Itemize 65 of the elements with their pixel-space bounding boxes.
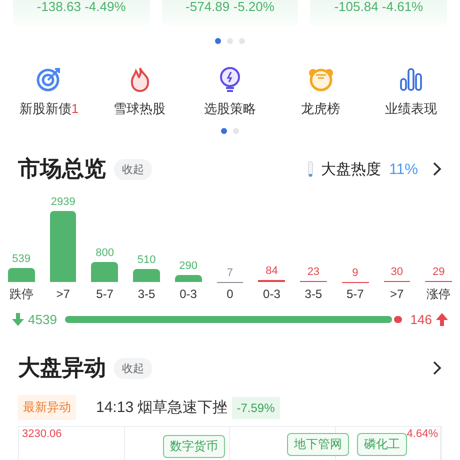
chevron-right-icon — [432, 162, 442, 176]
heat-value: 11% — [389, 160, 418, 178]
shortcut-label[interactable]: 雪球热股 — [114, 100, 166, 118]
collapse-button[interactable]: 收起 — [114, 358, 152, 378]
thermometer-icon — [308, 161, 314, 177]
bar-chart-icon — [398, 66, 424, 92]
chart-percent-label: 4.64% — [406, 428, 438, 440]
section-title: 市场总览 — [18, 155, 106, 183]
axis-label: 0-3 — [178, 287, 198, 302]
axis-label: 5-7 — [95, 287, 114, 302]
shortcut-label[interactable]: 业绩表现 — [385, 100, 437, 118]
bar — [133, 269, 160, 282]
bar — [174, 274, 202, 282]
bar — [50, 211, 76, 282]
bar — [258, 280, 286, 282]
up-count: 146 — [410, 312, 432, 327]
axis-label: 0-3 — [262, 287, 282, 302]
pager-dot[interactable] — [227, 38, 233, 44]
sector-tag[interactable]: 数字货币 — [163, 435, 225, 458]
bar-value: 290 — [178, 260, 198, 272]
shortcut-label[interactable]: 选股策略 — [204, 100, 256, 118]
sector-tag[interactable]: 地下管网 — [287, 433, 349, 456]
shortcut-label[interactable]: 龙虎榜 — [301, 100, 340, 118]
bar-value: 84 — [264, 264, 279, 277]
pager-dot[interactable] — [239, 38, 245, 44]
bar — [91, 262, 118, 282]
change-badge: -7.59% — [232, 396, 280, 418]
heat-label: 大盘热度 — [321, 160, 382, 178]
axis-label: 3-5 — [304, 287, 324, 302]
bar — [8, 268, 35, 282]
axis-label: >7 — [55, 287, 71, 302]
section-title: 大盘异动 — [18, 354, 106, 382]
bar-value: 23 — [306, 266, 321, 278]
event-text[interactable]: 14:13 烟草急速下挫 — [96, 398, 228, 417]
bar-value: 7 — [226, 266, 234, 279]
axis-label: 涨停 — [426, 287, 452, 302]
lightbulb-icon — [217, 66, 243, 92]
pager-dot[interactable] — [221, 128, 227, 134]
pager-dot[interactable] — [233, 128, 239, 134]
shortcut-label[interactable]: 新股新债1 — [19, 100, 79, 118]
bar-value: 29 — [432, 266, 446, 278]
up-arrow-icon — [436, 313, 448, 326]
axis-label: 0 — [226, 287, 234, 302]
latest-badge: 最新异动 — [18, 395, 76, 420]
axis-label: >7 — [389, 287, 405, 302]
bar-value: 539 — [11, 253, 32, 266]
axis-label: 5-7 — [346, 287, 365, 302]
chart-high-label: 3230.06 — [22, 428, 62, 440]
sector-tag[interactable]: 磷化工 — [357, 433, 407, 456]
more-button[interactable] — [432, 162, 442, 176]
down-count: 4539 — [28, 312, 57, 327]
pager-dot[interactable] — [215, 38, 221, 44]
collapse-button[interactable]: 收起 — [114, 158, 152, 180]
tiger-icon — [308, 66, 334, 92]
more-button[interactable] — [432, 361, 442, 375]
bar-value: 510 — [136, 254, 157, 266]
bar-value: 30 — [390, 266, 404, 278]
axis-label: 3-5 — [136, 287, 156, 302]
bar-value: 800 — [94, 246, 115, 259]
bar-value: 9 — [351, 266, 360, 279]
target-icon — [36, 66, 62, 92]
chevron-right-icon — [432, 361, 442, 375]
down-arrow-icon — [12, 313, 24, 326]
axis-label: 跌停 — [8, 287, 34, 302]
bar-value: 2939 — [50, 196, 76, 208]
